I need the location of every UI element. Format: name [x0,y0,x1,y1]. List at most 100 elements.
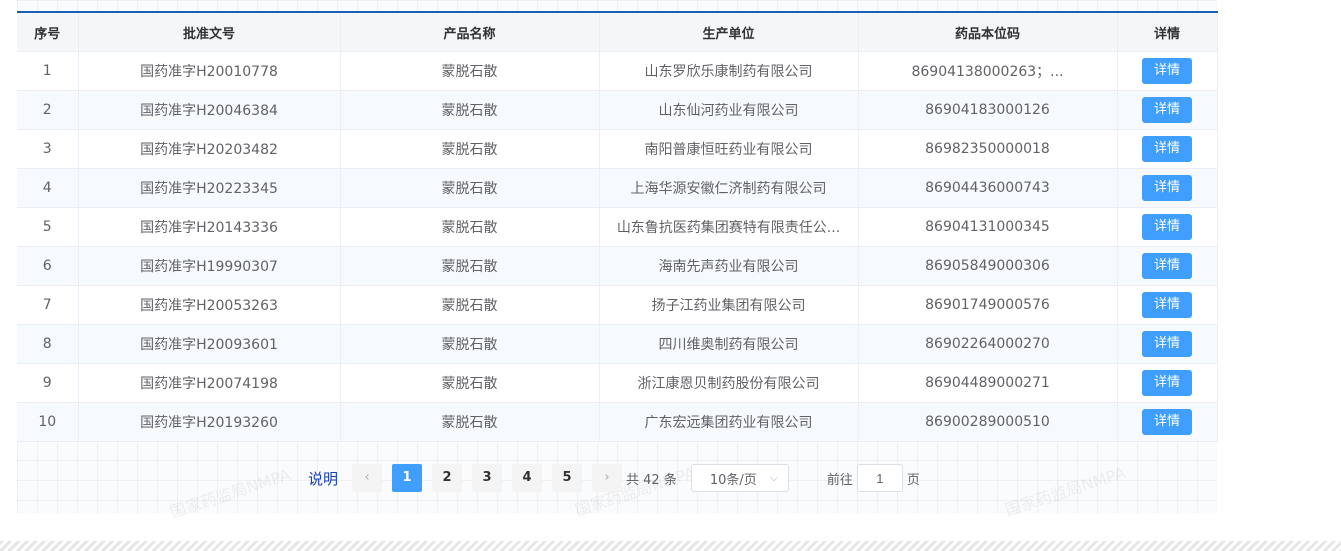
cell-manufacturer: 浙江康恩贝制药股份有限公司 [599,363,859,403]
cell-index: 7 [17,285,79,325]
cell-action: 详情 [1117,324,1218,364]
cell-manufacturer: 上海华源安徽仁济制药有限公司 [599,168,859,208]
header-product-name: 产品名称 [340,12,600,52]
cell-drug-code: 86904138000263；... [858,51,1118,91]
cell-product-name: 蒙脱石散 [340,246,600,286]
cell-action: 详情 [1117,207,1218,247]
table-row: 10 国药准字H20193260 蒙脱石散 广东宏远集团药业有限公司 869002890… [17,402,1218,442]
watermark: 国家药监局NMPA [1002,463,1128,520]
cell-action: 详情 [1117,90,1218,130]
table-row: 5 国药准字H20143336 蒙脱石散 山东鲁抗医药集团赛特有限责任公... 8690… [17,207,1218,247]
cell-drug-code: 86904183000126 [858,90,1118,130]
cell-manufacturer: 山东罗欣乐康制药有限公司 [599,51,859,91]
table-row: 4 国药准字H20223345 蒙脱石散 上海华源安徽仁济制药有限公司 86904436… [17,168,1218,208]
cell-action: 详情 [1117,129,1218,169]
table-row: 2 国药准字H20046384 蒙脱石散 山东仙河药业有限公司 869041830001… [17,90,1218,130]
cell-product-name: 蒙脱石散 [340,168,600,208]
cell-product-name: 蒙脱石散 [340,285,600,325]
cell-approval-number: 国药准字H20046384 [78,90,341,130]
cell-drug-code: 86900289000510 [858,402,1118,442]
cell-action: 详情 [1117,285,1218,325]
cell-action: 详情 [1117,363,1218,403]
cell-index: 6 [17,246,79,286]
cell-drug-code: 86902264000270 [858,324,1118,364]
cell-approval-number: 国药准字H20053263 [78,285,341,325]
cell-approval-number: 国药准字H20093601 [78,324,341,364]
cell-approval-number: 国药准字H20074198 [78,363,341,403]
details-button[interactable]: 详情 [1142,58,1192,84]
details-button[interactable]: 详情 [1142,331,1192,357]
page-button-2[interactable]: 2 [432,464,463,492]
table-row: 3 国药准字H20203482 蒙脱石散 南阳普康恒旺药业有限公司 8698235000… [17,129,1218,169]
cell-index: 3 [17,129,79,169]
header-manufacturer: 生产单位 [599,12,859,52]
details-button[interactable]: 详情 [1142,214,1192,240]
chevron-down-icon: ⌵ [770,472,778,484]
cell-drug-code: 86904489000271 [858,363,1118,403]
cell-manufacturer: 扬子江药业集团有限公司 [599,285,859,325]
cell-product-name: 蒙脱石散 [340,51,600,91]
header-drug-code: 药品本位码 [858,12,1118,52]
cell-product-name: 蒙脱石散 [340,324,600,364]
details-button[interactable]: 详情 [1142,370,1192,396]
table-row: 9 国药准字H20074198 蒙脱石散 浙江康恩贝制药股份有限公司 869044890… [17,363,1218,403]
cell-approval-number: 国药准字H19990307 [78,246,341,286]
cell-approval-number: 国药准字H20203482 [78,129,341,169]
cell-approval-number: 国药准字H20193260 [78,402,341,442]
table-row: 1 国药准字H20010778 蒙脱石散 山东罗欣乐康制药有限公司 8690413800… [17,51,1218,91]
page-button-4[interactable]: 4 [512,464,543,492]
page: 国家药监局NMPA 国家药监局NMPA 国家药监局NMPA 序号 批准文号 产品… [0,0,1341,551]
cell-index: 5 [17,207,79,247]
help-link[interactable]: 说明 [308,468,338,489]
details-button[interactable]: 详情 [1142,292,1192,318]
footer-divider [0,541,1341,551]
goto-label: 前往 [826,472,853,488]
page-size-select[interactable]: 10条/页 ⌵ [690,464,789,492]
cell-action: 详情 [1117,246,1218,286]
cell-drug-code: 86904436000743 [858,168,1118,208]
table-row: 8 国药准字H20093601 蒙脱石散 四川维奥制药有限公司 869022640002… [17,324,1218,364]
cell-manufacturer: 海南先声药业有限公司 [599,246,859,286]
page-button-3[interactable]: 3 [472,464,503,492]
details-button[interactable]: 详情 [1142,97,1192,123]
page-button-1[interactable]: 1 [392,464,423,492]
cell-approval-number: 国药准字H20143336 [78,207,341,247]
cell-product-name: 蒙脱石散 [340,129,600,169]
table-header-row: 序号 批准文号 产品名称 生产单位 药品本位码 详情 [17,12,1218,52]
cell-index: 9 [17,363,79,403]
cell-manufacturer: 四川维奥制药有限公司 [599,324,859,364]
chevron-right-icon[interactable]: › [592,464,623,492]
page-button-5[interactable]: 5 [552,464,583,492]
header-approval-number: 批准文号 [78,12,341,52]
details-button[interactable]: 详情 [1142,175,1192,201]
cell-index: 2 [17,90,79,130]
cell-index: 10 [17,402,79,442]
cell-action: 详情 [1117,402,1218,442]
table-row: 6 国药准字H19990307 蒙脱石散 海南先声药业有限公司 869058490003… [17,246,1218,286]
page-unit-label: 页 [906,472,920,488]
cell-drug-code: 86905849000306 [858,246,1118,286]
chevron-left-icon[interactable]: ‹ [352,464,383,492]
cell-drug-code: 86982350000018 [858,129,1118,169]
header-details: 详情 [1117,12,1218,52]
cell-drug-code: 86901749000576 [858,285,1118,325]
cell-action: 详情 [1117,51,1218,91]
goto-page-input[interactable] [856,464,903,492]
cell-index: 4 [17,168,79,208]
cell-product-name: 蒙脱石散 [340,207,600,247]
pagination: 说明 ‹ 1 2 3 4 5 › 共 42 条 10条/页 ⌵ 前往 页 [308,463,920,493]
cell-manufacturer: 山东仙河药业有限公司 [599,90,859,130]
cell-manufacturer: 南阳普康恒旺药业有限公司 [599,129,859,169]
details-button[interactable]: 详情 [1142,409,1192,435]
cell-drug-code: 86904131000345 [858,207,1118,247]
cell-index: 1 [17,51,79,91]
cell-product-name: 蒙脱石散 [340,402,600,442]
page-size-value: 10条/页 [709,472,757,488]
drug-table: 序号 批准文号 产品名称 生产单位 药品本位码 详情 1 国药准字H2001077… [17,11,1218,442]
cell-manufacturer: 广东宏远集团药业有限公司 [599,402,859,442]
details-button[interactable]: 详情 [1142,253,1192,279]
details-button[interactable]: 详情 [1142,136,1192,162]
cell-index: 8 [17,324,79,364]
cell-product-name: 蒙脱石散 [340,90,600,130]
cell-manufacturer: 山东鲁抗医药集团赛特有限责任公... [599,207,859,247]
